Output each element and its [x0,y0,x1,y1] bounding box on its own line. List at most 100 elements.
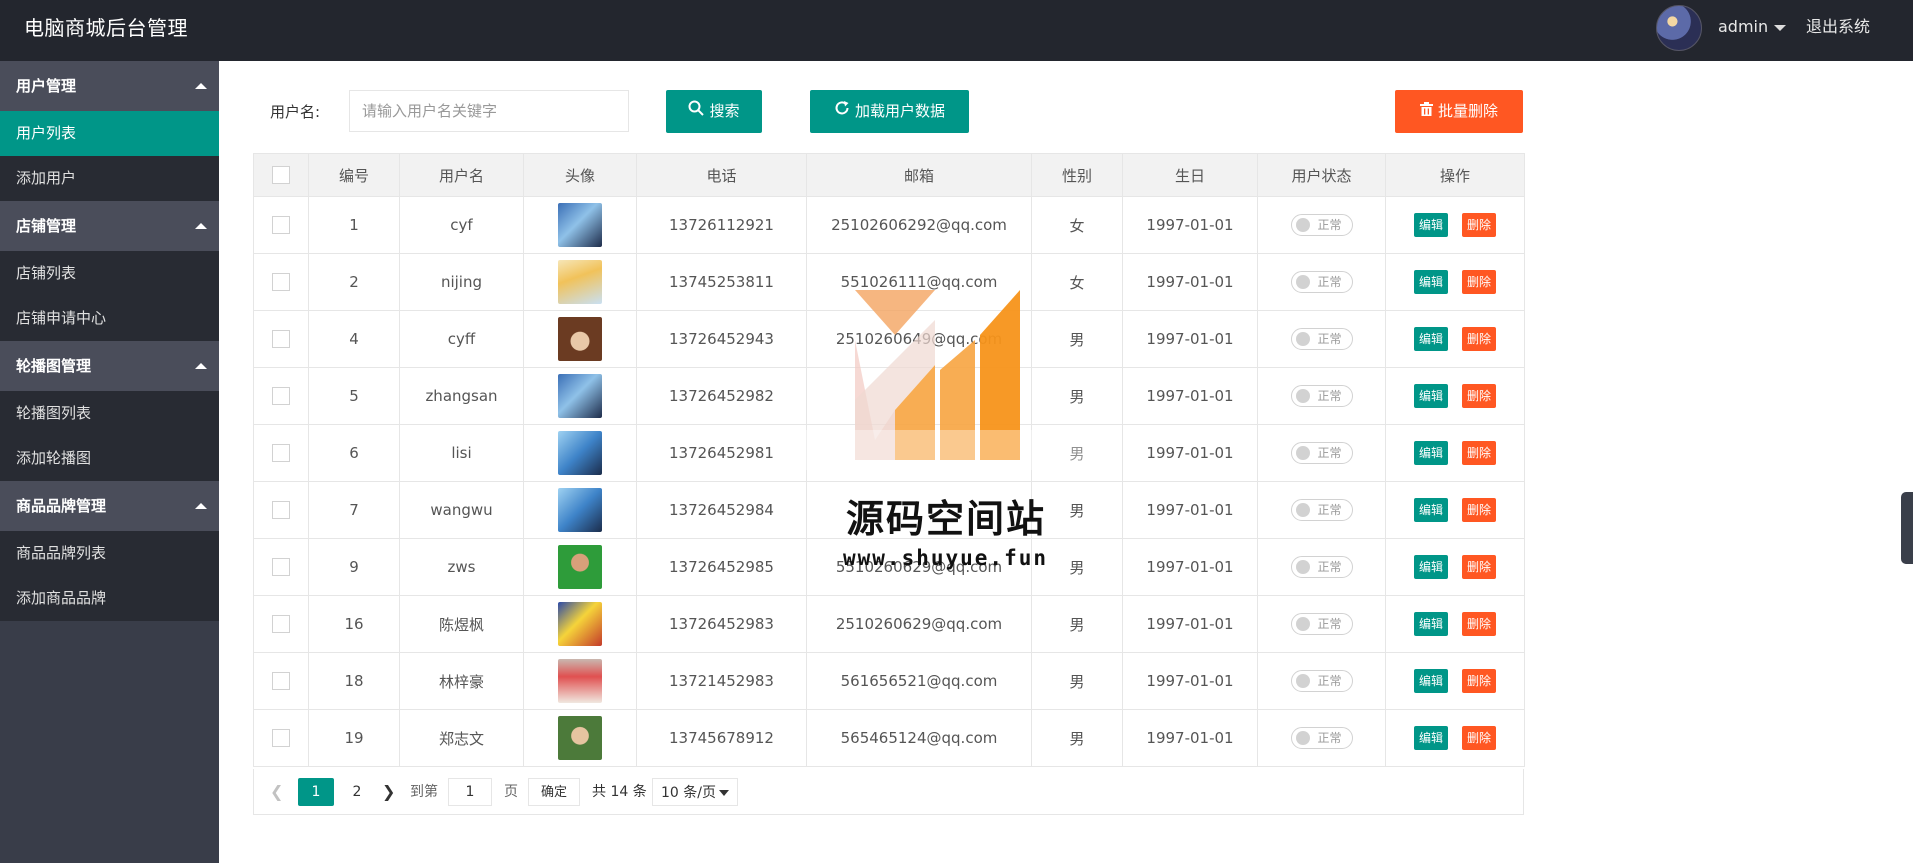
page-jump-input[interactable] [448,778,492,806]
top-header: 电脑商城后台管理 admin 退出系统 [0,0,1913,61]
status-toggle[interactable]: 正常 [1290,613,1353,635]
column-header: 操作 [1385,153,1525,197]
row-checkbox[interactable] [272,729,290,748]
delete-button[interactable]: 删除 [1462,270,1497,294]
edit-button[interactable]: 编辑 [1413,498,1448,522]
row-checkbox[interactable] [272,273,290,292]
delete-button[interactable]: 删除 [1462,441,1497,465]
sidebar-item-add-user[interactable]: 添加用户 [0,156,219,201]
edit-button[interactable]: 编辑 [1413,726,1448,750]
row-checkbox[interactable] [272,444,290,463]
row-checkbox[interactable] [272,501,290,520]
sidebar-item-add-brand[interactable]: 添加商品品牌 [0,576,219,621]
delete-button[interactable]: 删除 [1462,327,1497,351]
status-toggle[interactable]: 正常 [1290,271,1353,293]
status-toggle[interactable]: 正常 [1290,214,1353,236]
nav-group-title[interactable]: 用户管理 [0,61,219,111]
edit-button[interactable]: 编辑 [1413,441,1448,465]
cell-gender: 男 [1031,310,1123,368]
toggle-knob [1295,275,1310,289]
nav-group-title[interactable]: 店铺管理 [0,201,219,251]
delete-button[interactable]: 删除 [1462,384,1497,408]
sidebar-item-carousel-list[interactable]: 轮播图列表 [0,391,219,436]
nav-group-title[interactable]: 轮播图管理 [0,341,219,391]
sidebar-item-shop-apply[interactable]: 店铺申请中心 [0,296,219,341]
cell-phone: 13726452982 [636,367,807,425]
nav-group-title[interactable]: 商品品牌管理 [0,481,219,531]
cell-phone: 13726452984 [636,481,807,539]
edit-button[interactable]: 编辑 [1413,384,1448,408]
sidebar-item-shop-list[interactable]: 店铺列表 [0,251,219,296]
edit-button[interactable]: 编辑 [1413,669,1448,693]
search-button[interactable]: 搜索 [666,90,762,133]
page-2-button[interactable]: 2 [344,778,370,806]
cell-id: 4 [308,310,400,368]
status-toggle[interactable]: 正常 [1290,328,1353,350]
edit-button[interactable]: 编辑 [1413,270,1448,294]
delete-button[interactable]: 删除 [1462,213,1497,237]
cell-avatar [523,481,637,539]
cell-username: wangwu [399,481,524,539]
row-select-cell [253,253,309,311]
next-page-icon[interactable]: ❯ [382,778,395,806]
cell-username: lisi [399,424,524,482]
delete-button[interactable]: 删除 [1462,498,1497,522]
cell-birthday: 1997-01-01 [1122,652,1258,710]
status-toggle[interactable]: 正常 [1290,442,1353,464]
page-jump-confirm-button[interactable]: 确定 [528,778,580,806]
page-size-select[interactable]: 10 条/页 [652,778,738,806]
app-title: 电脑商城后台管理 [24,16,188,40]
edit-button[interactable]: 编辑 [1413,213,1448,237]
row-checkbox[interactable] [272,615,290,634]
load-users-button[interactable]: 加载用户数据 [810,90,969,133]
side-edge-tab[interactable] [1901,492,1913,564]
logout-link[interactable]: 退出系统 [1806,0,1870,61]
chevron-down-icon [1774,24,1787,31]
status-toggle[interactable]: 正常 [1290,385,1353,407]
table-row: 16 陈煜枫 13726452983 2510260629@qq.com 男 1997-0… [253,595,1525,653]
cell-gender: 男 [1031,709,1123,767]
row-checkbox[interactable] [272,387,290,406]
delete-button[interactable]: 删除 [1462,612,1497,636]
row-checkbox[interactable] [272,672,290,691]
cell-birthday: 1997-01-01 [1122,310,1258,368]
delete-button[interactable]: 删除 [1462,726,1497,750]
status-toggle[interactable]: 正常 [1290,499,1353,521]
prev-page-icon[interactable]: ❮ [270,778,283,806]
toggle-knob [1295,389,1310,403]
row-checkbox[interactable] [272,558,290,577]
cell-phone: 13726452943 [636,310,807,368]
sidebar-item-add-carousel[interactable]: 添加轮播图 [0,436,219,481]
cell-actions: 编辑 删除 [1385,196,1525,254]
cell-status: 正常 [1257,196,1386,254]
sidebar-item-user-list[interactable]: 用户列表 [0,111,219,156]
cell-birthday: 1997-01-01 [1122,253,1258,311]
row-checkbox[interactable] [272,330,290,349]
status-toggle[interactable]: 正常 [1290,727,1353,749]
row-checkbox[interactable] [272,216,290,235]
edit-button[interactable]: 编辑 [1413,612,1448,636]
select-all-checkbox[interactable] [272,166,290,185]
cell-birthday: 1997-01-01 [1122,709,1258,767]
status-text: 正常 [1317,560,1342,574]
edit-button[interactable]: 编辑 [1413,555,1448,579]
user-avatar[interactable] [1656,5,1702,51]
search-input[interactable] [349,90,629,132]
sidebar-item-brand-list[interactable]: 商品品牌列表 [0,531,219,576]
row-select-cell [253,481,309,539]
batch-delete-button[interactable]: 批量删除 [1395,90,1523,133]
cell-status: 正常 [1257,367,1386,425]
page-1-button[interactable]: 1 [298,778,334,806]
status-toggle[interactable]: 正常 [1290,670,1353,692]
status-text: 正常 [1317,218,1342,232]
delete-button[interactable]: 删除 [1462,669,1497,693]
status-toggle[interactable]: 正常 [1290,556,1353,578]
user-menu[interactable]: admin [1718,0,1787,61]
edit-button[interactable]: 编辑 [1413,327,1448,351]
delete-button[interactable]: 删除 [1462,555,1497,579]
status-text: 正常 [1317,332,1342,346]
row-select-cell [253,196,309,254]
cell-gender: 男 [1031,652,1123,710]
cell-username: cyf [399,196,524,254]
column-header: 头像 [523,153,637,197]
